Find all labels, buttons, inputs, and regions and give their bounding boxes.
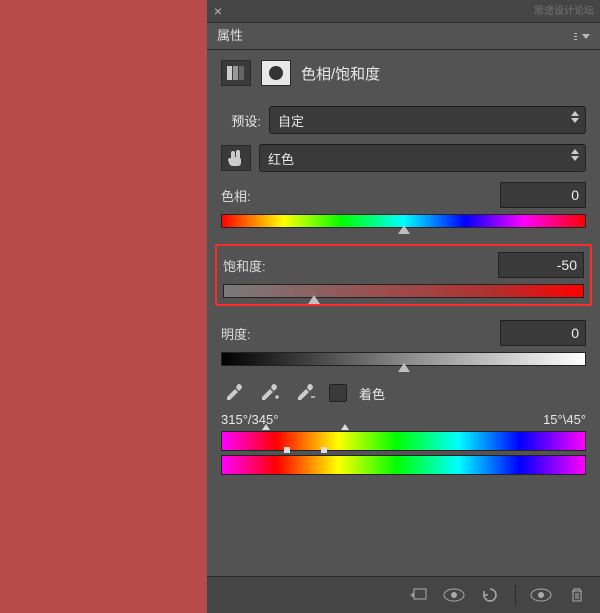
panel-topstrip: × 思途设计论坛 [207,0,600,23]
range-right-label: 15°\45° [543,412,586,427]
properties-panel: × 思途设计论坛 属性 色相/饱和度 预设: 自定 红色 [207,0,600,613]
lightness-value-input[interactable]: 0 [500,320,586,346]
lightness-slider-track[interactable] [221,352,586,366]
close-icon[interactable]: × [207,0,229,22]
panel-tabs: 属性 [207,23,600,50]
adjustment-icon[interactable] [221,60,251,86]
watermark-text: 思途设计论坛 [534,2,594,17]
saturation-slider-track[interactable] [223,284,584,298]
lightness-slider-block: 明度: 0 [221,320,586,366]
color-range-spectrum-top[interactable] [221,431,586,451]
eyedropper-add-icon[interactable] [257,382,283,404]
scrubby-hand-icon[interactable] [221,145,251,171]
visibility-icon[interactable] [528,584,554,606]
eyedropper-subtract-icon[interactable] [293,382,319,404]
reset-icon[interactable] [477,584,503,606]
channel-select[interactable]: 红色 [259,144,586,172]
adjustment-title: 色相/饱和度 [301,63,380,84]
clip-to-layer-icon[interactable] [405,584,431,606]
colorize-checkbox[interactable] [329,384,347,402]
hue-slider-thumb[interactable] [398,225,410,234]
preset-select[interactable]: 自定 [269,106,586,134]
lightness-slider-thumb[interactable] [398,363,410,372]
preset-value: 自定 [278,111,304,130]
panel-menu-button[interactable] [570,29,594,43]
preset-row: 预设: 自定 [221,106,586,134]
tab-properties[interactable]: 属性 [207,23,253,49]
saturation-highlight-box: 饱和度: -50 [215,244,592,306]
canvas-preview [0,0,207,613]
adjustment-header: 色相/饱和度 [207,50,600,106]
hue-label: 色相: [221,186,251,205]
saturation-slider-thumb[interactable] [308,295,320,304]
hue-slider-block: 色相: 0 [221,182,586,228]
colorize-label: 着色 [359,384,385,403]
range-labels: 315°/345° 15°\45° [221,412,586,427]
range-stop[interactable] [321,447,327,453]
range-left-label: 315°/345° [221,412,278,427]
lightness-label: 明度: [221,324,251,343]
color-range-spectrum-bottom [221,455,586,475]
saturation-label: 饱和度: [223,256,266,275]
range-marker[interactable] [341,424,349,430]
eyedropper-icon[interactable] [221,382,247,404]
range-stop[interactable] [284,447,290,453]
footer-separator [515,585,516,605]
preset-label: 预设: [221,111,261,130]
panel-footer [207,576,600,613]
view-previous-icon[interactable] [441,584,467,606]
channel-row: 红色 [221,144,586,172]
eyedropper-row: 着色 [221,382,586,404]
saturation-value-input[interactable]: -50 [498,252,584,278]
trash-icon[interactable] [564,584,590,606]
hue-value-input[interactable]: 0 [500,182,586,208]
range-marker[interactable] [262,424,270,430]
layer-mask-icon[interactable] [261,60,291,86]
channel-value: 红色 [268,149,294,168]
hue-slider-track[interactable] [221,214,586,228]
